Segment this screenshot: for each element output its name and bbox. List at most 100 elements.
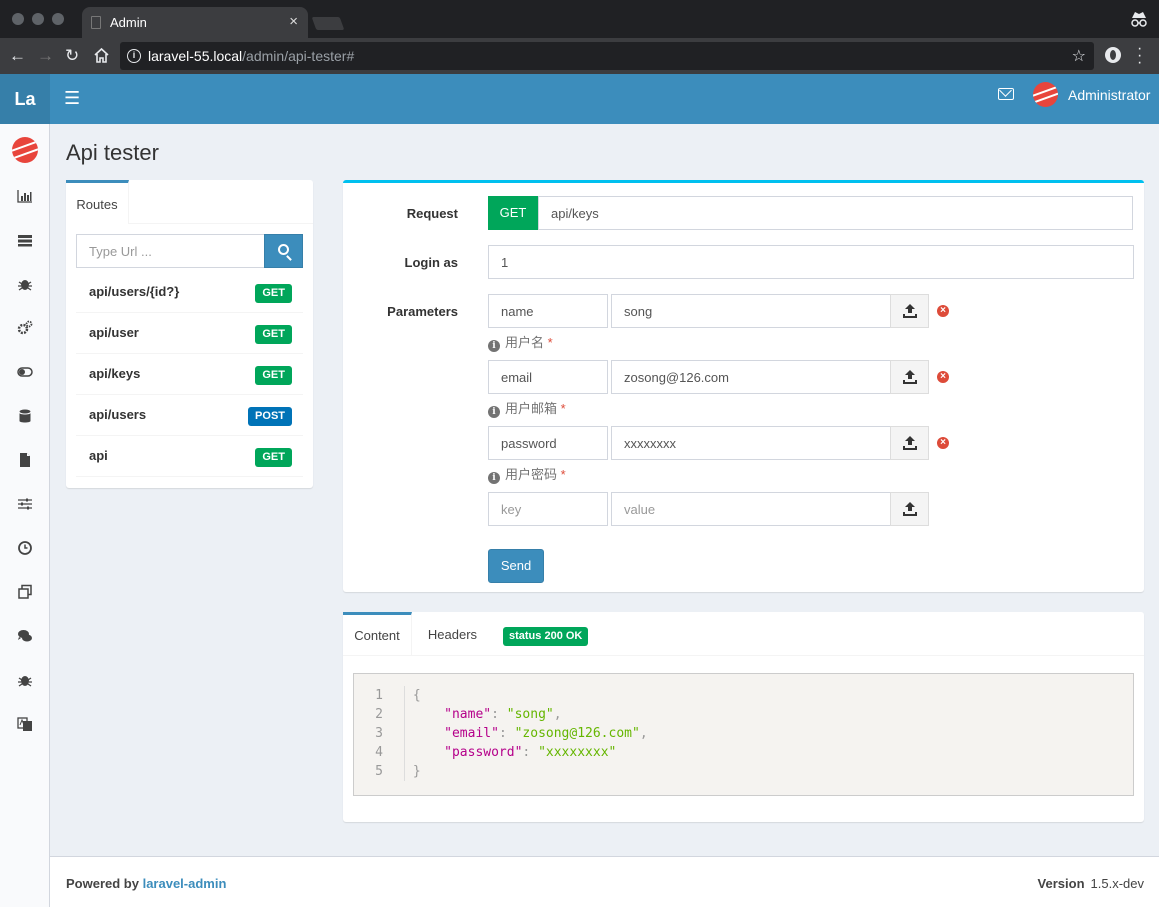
toggle-icon[interactable] bbox=[17, 364, 33, 380]
line-number: 4 bbox=[375, 745, 383, 760]
sliders-icon[interactable] bbox=[17, 496, 33, 512]
tasks-icon[interactable] bbox=[17, 232, 33, 248]
route-path: api/user bbox=[89, 325, 139, 340]
new-param-value-input[interactable] bbox=[611, 492, 891, 526]
param-value-input[interactable] bbox=[611, 294, 891, 328]
route-item[interactable]: api/user GET bbox=[76, 313, 303, 354]
new-tab-button[interactable] bbox=[311, 17, 345, 30]
upload-button[interactable] bbox=[890, 360, 929, 394]
incognito-icon bbox=[1131, 12, 1147, 27]
sidebar-user-avatar bbox=[12, 137, 38, 163]
laravel-admin-link[interactable]: laravel-admin bbox=[143, 876, 227, 891]
reload-icon[interactable]: ↻ bbox=[65, 46, 79, 66]
window-zoom-dot[interactable] bbox=[52, 13, 64, 25]
tab-content[interactable]: Content bbox=[343, 612, 412, 656]
search-icon bbox=[278, 244, 289, 255]
sidebar bbox=[0, 124, 50, 907]
page-title: Api tester bbox=[66, 140, 159, 165]
remove-param-icon[interactable]: × bbox=[937, 371, 949, 383]
method-badge: GET bbox=[255, 448, 292, 467]
route-item[interactable]: api/keys GET bbox=[76, 354, 303, 395]
site-info-icon[interactable]: i bbox=[127, 49, 141, 63]
param-help: i 用户密码 * bbox=[488, 464, 566, 484]
status-badge: status 200 OK bbox=[503, 627, 589, 646]
response-code-view: 1 2 3 4 5 { "name": "song", "email": "zo… bbox=[353, 673, 1134, 796]
route-path: api bbox=[89, 448, 108, 463]
user-avatar[interactable] bbox=[1033, 82, 1058, 107]
line-number: 1 bbox=[375, 688, 383, 703]
comments-icon[interactable] bbox=[17, 628, 33, 644]
route-item[interactable]: api/users POST bbox=[76, 395, 303, 436]
language-icon[interactable] bbox=[17, 716, 33, 732]
extension-icon[interactable] bbox=[1105, 47, 1121, 63]
route-item[interactable]: api/users/{id?} GET bbox=[76, 272, 303, 313]
code-line: "email": "zosong@126.com", bbox=[444, 726, 648, 741]
code-line: { bbox=[412, 688, 421, 703]
route-path: api/users/{id?} bbox=[89, 284, 180, 299]
back-icon[interactable]: ← bbox=[9, 46, 26, 66]
window-minimize-dot[interactable] bbox=[32, 13, 44, 25]
tab-title: Admin bbox=[110, 15, 147, 30]
tab-headers[interactable]: Headers bbox=[418, 612, 487, 656]
sidebar-toggle-icon[interactable]: ☰ bbox=[64, 88, 80, 108]
routes-panel: Routes api/users/{id?} GET api/user GET … bbox=[66, 180, 313, 488]
footer: Powered by laravel-admin Version 1.5.x-de… bbox=[50, 856, 1159, 907]
mail-icon[interactable] bbox=[998, 88, 1014, 100]
route-search-input[interactable] bbox=[76, 234, 265, 268]
send-button[interactable]: Send bbox=[488, 549, 544, 583]
code-line: "name": "song", bbox=[444, 707, 562, 722]
user-name[interactable]: Administrator bbox=[1068, 87, 1150, 103]
app-logo[interactable]: La bbox=[0, 74, 50, 124]
param-key-input[interactable] bbox=[488, 294, 608, 328]
route-path: api/users bbox=[89, 407, 147, 422]
bug-icon[interactable] bbox=[17, 276, 33, 292]
clock-icon[interactable] bbox=[17, 540, 33, 556]
bookmark-star-icon[interactable]: ☆ bbox=[1072, 46, 1086, 66]
response-tab-bar: Content Headers status 200 OK bbox=[343, 612, 1144, 656]
upload-button[interactable] bbox=[890, 492, 929, 526]
param-help: i 用户邮箱 * bbox=[488, 398, 566, 418]
file-icon[interactable] bbox=[17, 452, 33, 468]
window-close-dot[interactable] bbox=[12, 13, 24, 25]
line-number: 5 bbox=[375, 764, 383, 779]
forward-icon[interactable]: → bbox=[37, 46, 54, 66]
info-icon: i bbox=[488, 472, 500, 484]
new-param-key-input[interactable] bbox=[488, 492, 608, 526]
info-icon: i bbox=[488, 406, 500, 418]
method-badge: GET bbox=[255, 366, 292, 385]
request-method-badge: GET bbox=[488, 196, 538, 230]
login-as-input[interactable] bbox=[488, 245, 1134, 279]
upload-button[interactable] bbox=[890, 294, 929, 328]
code-line: } bbox=[412, 764, 421, 779]
clone-icon[interactable] bbox=[17, 584, 33, 600]
line-number-gutter: 1 2 3 4 5 bbox=[354, 686, 394, 781]
route-search-button[interactable] bbox=[264, 234, 303, 268]
login-as-label: Login as bbox=[404, 255, 458, 270]
browser-toolbar: ← → ↻ i laravel-55.local/admin/api-teste… bbox=[0, 38, 1159, 74]
param-key-input[interactable] bbox=[488, 360, 608, 394]
method-badge: POST bbox=[248, 407, 292, 426]
tab-routes[interactable]: Routes bbox=[66, 180, 129, 224]
param-key-input[interactable] bbox=[488, 426, 608, 460]
bug-icon-2[interactable] bbox=[17, 672, 33, 688]
remove-param-icon[interactable]: × bbox=[937, 437, 949, 449]
remove-param-icon[interactable]: × bbox=[937, 305, 949, 317]
address-bar[interactable]: i laravel-55.local/admin/api-tester# ☆ bbox=[120, 42, 1094, 70]
home-icon[interactable] bbox=[93, 47, 110, 64]
tab-close-icon[interactable]: × bbox=[289, 13, 298, 30]
cogs-icon[interactable] bbox=[17, 320, 33, 336]
version-info: Version 1.5.x-dev bbox=[1037, 876, 1144, 891]
param-value-input[interactable] bbox=[611, 360, 891, 394]
bar-chart-icon[interactable] bbox=[17, 188, 33, 204]
upload-button[interactable] bbox=[890, 426, 929, 460]
method-badge: GET bbox=[255, 325, 292, 344]
database-icon[interactable] bbox=[17, 408, 33, 424]
route-item[interactable]: api GET bbox=[76, 436, 303, 477]
response-panel: Content Headers status 200 OK 1 2 3 4 5 … bbox=[343, 612, 1144, 822]
browser-tab[interactable]: Admin × bbox=[82, 7, 308, 38]
request-uri-input[interactable] bbox=[538, 196, 1133, 230]
browser-menu-icon[interactable]: · · · bbox=[1137, 41, 1142, 71]
param-value-input[interactable] bbox=[611, 426, 891, 460]
powered-by: Powered by laravel-admin bbox=[66, 876, 227, 891]
line-number: 2 bbox=[375, 707, 383, 722]
